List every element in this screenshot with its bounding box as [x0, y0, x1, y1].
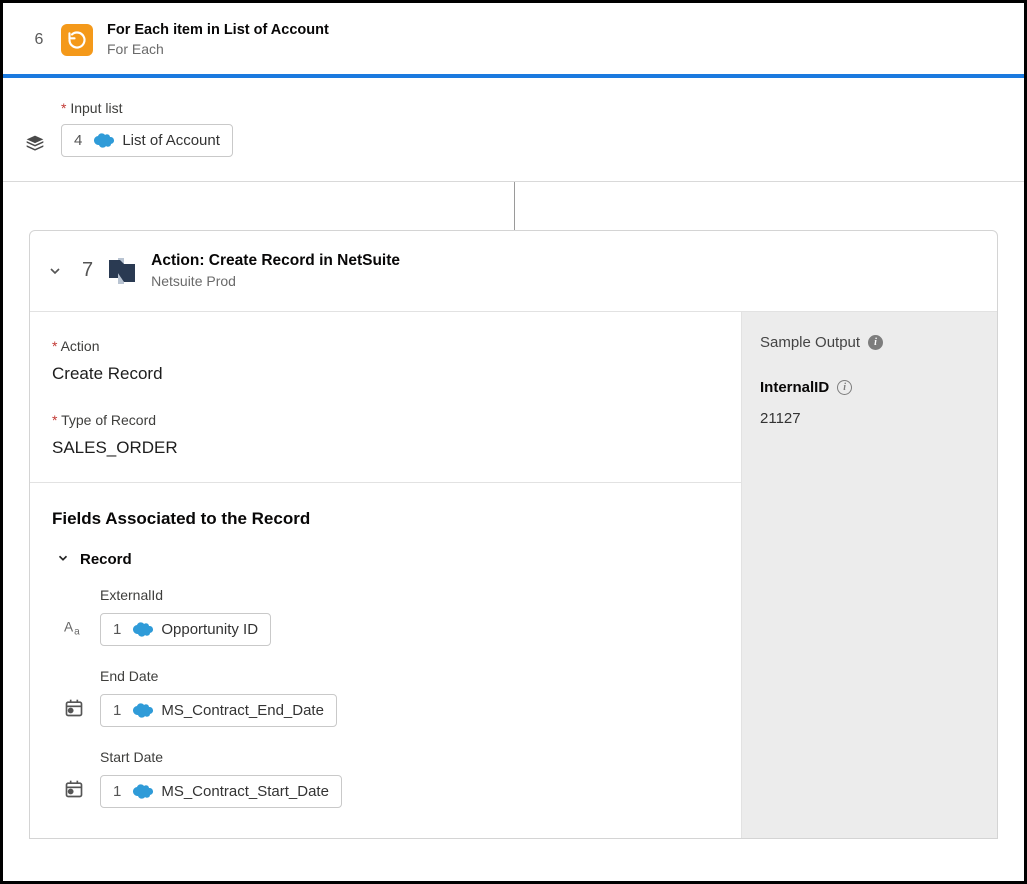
- salesforce-cloud-icon: [131, 622, 153, 637]
- chevron-down-icon[interactable]: [46, 263, 64, 279]
- step-6-number: 6: [31, 31, 47, 49]
- field-start-date: Start Date 1 MS_Contract_Start_Date: [100, 749, 719, 808]
- step-7-config-pane: * Action Create Record * Type of Record …: [30, 312, 742, 838]
- field-label: End Date: [100, 668, 719, 684]
- step-7-number: 7: [82, 259, 93, 282]
- input-list-label: * Input list: [61, 100, 1004, 116]
- salesforce-cloud-icon: [131, 703, 153, 718]
- sample-output-key: InternalID: [760, 379, 829, 396]
- text-type-icon: Aa: [64, 617, 86, 642]
- step-6-title: For Each item in List of Account: [107, 21, 329, 40]
- salesforce-cloud-icon: [92, 133, 114, 148]
- end-date-token[interactable]: 1 MS_Contract_End_Date: [100, 694, 337, 727]
- step-6-header[interactable]: 6 For Each item in List of Account For E…: [3, 3, 1024, 74]
- field-label: ExternalId: [100, 587, 719, 603]
- sample-output-title: Sample Output: [760, 334, 860, 351]
- field-end-date: End Date 1 MS_Contract_End_Date: [100, 668, 719, 727]
- step-7-title: Action: Create Record in NetSuite: [151, 251, 400, 272]
- loop-icon: [61, 24, 93, 56]
- workflow-editor-frame: 6 For Each item in List of Account For E…: [0, 0, 1027, 884]
- input-list-section: * Input list 4 List of Account: [3, 78, 1024, 182]
- date-type-icon: [64, 698, 84, 723]
- step-7-header[interactable]: 7 Action: Create Record in NetSuite Nets…: [30, 231, 997, 312]
- step-7-card: 7 Action: Create Record in NetSuite Nets…: [29, 230, 998, 839]
- record-type-value: SALES_ORDER: [52, 438, 178, 457]
- record-group-toggle[interactable]: Record: [56, 551, 719, 569]
- svg-text:A: A: [64, 619, 74, 634]
- record-group-label: Record: [80, 551, 132, 568]
- info-icon[interactable]: i: [868, 335, 883, 350]
- sample-output-value: 21127: [760, 410, 979, 427]
- fields-section-title: Fields Associated to the Record: [52, 509, 719, 529]
- step-7-subtitle: Netsuite Prod: [151, 272, 400, 291]
- token-text: List of Account: [122, 132, 220, 149]
- netsuite-icon: [107, 257, 137, 285]
- field-label: Start Date: [100, 749, 719, 765]
- external-id-token[interactable]: 1 Opportunity ID: [100, 613, 271, 646]
- list-icon: [25, 134, 45, 159]
- chevron-down-icon: [56, 551, 70, 569]
- info-icon[interactable]: i: [837, 380, 852, 395]
- field-external-id: Aa ExternalId 1 Opportunity ID: [100, 587, 719, 646]
- step-6-subtitle: For Each: [107, 40, 329, 58]
- start-date-token[interactable]: 1 MS_Contract_Start_Date: [100, 775, 342, 808]
- connector-line: [514, 182, 515, 230]
- action-field[interactable]: * Action Create Record: [52, 338, 719, 384]
- sample-output-pane: Sample Output i InternalID i 21127: [742, 312, 997, 838]
- action-value: Create Record: [52, 364, 163, 383]
- record-type-field[interactable]: * Type of Record SALES_ORDER: [52, 412, 719, 458]
- token-step-number: 4: [74, 132, 82, 149]
- required-asterisk: *: [61, 100, 66, 116]
- connector-zone: [3, 182, 1024, 230]
- svg-text:a: a: [74, 626, 80, 637]
- date-type-icon: [64, 779, 84, 804]
- input-list-token[interactable]: 4 List of Account: [61, 124, 233, 157]
- salesforce-cloud-icon: [131, 784, 153, 799]
